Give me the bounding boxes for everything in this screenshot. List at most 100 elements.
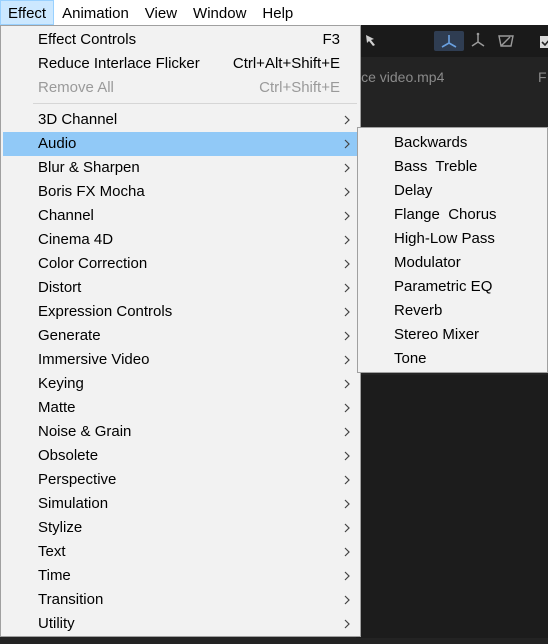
- menu-item-label: Perspective: [38, 471, 117, 488]
- menu-item-stylize[interactable]: Stylize: [3, 516, 358, 540]
- menu-item-label: Channel: [38, 207, 94, 224]
- menu-item-matte[interactable]: Matte: [3, 396, 358, 420]
- axis-view-icon[interactable]: [496, 31, 516, 51]
- audio-item-parametric-eq[interactable]: Parametric EQ: [360, 275, 545, 299]
- menu-window[interactable]: Window: [185, 0, 254, 25]
- menu-item-label: Noise & Grain: [38, 423, 132, 440]
- chevron-right-icon: [342, 228, 352, 252]
- menu-item-label: Keying: [38, 375, 84, 392]
- menu-item-reduce-interlace-flicker[interactable]: Reduce Interlace Flicker Ctrl+Alt+Shift+…: [3, 52, 358, 76]
- menu-item-simulation[interactable]: Simulation: [3, 492, 358, 516]
- menu-item-label: Generate: [38, 327, 101, 344]
- menu-item-keying[interactable]: Keying: [3, 372, 358, 396]
- menu-item-obsolete[interactable]: Obsolete: [3, 444, 358, 468]
- menu-item-label: Simulation: [38, 495, 109, 512]
- menu-item-transition[interactable]: Transition: [3, 588, 358, 612]
- submenu-item-label: Modulator: [394, 254, 461, 271]
- chevron-right-icon: [342, 564, 352, 588]
- menu-item-remove-all[interactable]: Remove All Ctrl+Shift+E: [3, 76, 358, 100]
- audio-item-stereo-mixer[interactable]: Stereo Mixer: [360, 323, 545, 347]
- menu-item-blur-sharpen[interactable]: Blur & Sharpen: [3, 156, 358, 180]
- submenu-item-label: Stereo Mixer: [394, 326, 480, 343]
- submenu-item-label: Reverb: [394, 302, 443, 319]
- chevron-right-icon: [342, 516, 352, 540]
- menu-item-label: Boris FX Mocha: [38, 183, 145, 200]
- menu-item-label: Cinema 4D: [38, 231, 114, 248]
- audio-item-modulator[interactable]: Modulator: [360, 251, 545, 275]
- chevron-right-icon: [342, 108, 352, 132]
- menu-item-audio[interactable]: Audio: [3, 132, 358, 156]
- chevron-right-icon: [342, 300, 352, 324]
- menu-item-text[interactable]: Text: [3, 540, 358, 564]
- audio-item-bass-treble[interactable]: Bass Treble: [360, 155, 545, 179]
- chevron-right-icon: [342, 468, 352, 492]
- shortcut-label: Ctrl+Shift+E: [259, 79, 340, 96]
- chevron-right-icon: [342, 612, 352, 636]
- menu-item-immersive-video[interactable]: Immersive Video: [3, 348, 358, 372]
- menu-item-generate[interactable]: Generate: [3, 324, 358, 348]
- menu-effect[interactable]: Effect: [0, 0, 55, 25]
- menu-item-noise-grain[interactable]: Noise & Grain: [3, 420, 358, 444]
- menu-item-cinema-4d[interactable]: Cinema 4D: [3, 228, 358, 252]
- menu-item-effect-controls[interactable]: Effect Controls F3: [3, 28, 358, 52]
- menu-help[interactable]: Help: [254, 0, 301, 25]
- composition-tab-label: ice video.mp4: [358, 69, 445, 85]
- menu-item-label: Remove All: [38, 79, 114, 96]
- menu-animation[interactable]: Animation: [54, 0, 137, 25]
- audio-item-backwards[interactable]: Backwards: [360, 131, 545, 155]
- chevron-right-icon: [342, 372, 352, 396]
- snap-checkbox-icon[interactable]: [536, 31, 548, 51]
- effect-menu: Effect Controls F3 Reduce Interlace Flic…: [0, 25, 361, 637]
- audio-item-high-low-pass[interactable]: High-Low Pass: [360, 227, 545, 251]
- menu-item-label: Blur & Sharpen: [38, 159, 140, 176]
- chevron-right-icon: [342, 324, 352, 348]
- menu-item-expression-controls[interactable]: Expression Controls: [3, 300, 358, 324]
- menu-item-label: Matte: [38, 399, 76, 416]
- submenu-item-label: Parametric EQ: [394, 278, 493, 295]
- menu-item-distort[interactable]: Distort: [3, 276, 358, 300]
- submenu-item-label: Bass Treble: [394, 158, 478, 175]
- menu-bar: Effect Animation View Window Help: [0, 0, 548, 25]
- shortcut-label: F3: [322, 31, 340, 48]
- composition-tab-label-2: F: [538, 69, 547, 85]
- submenu-item-label: High-Low Pass: [394, 230, 495, 247]
- menu-item-color-correction[interactable]: Color Correction: [3, 252, 358, 276]
- menu-item-utility[interactable]: Utility: [3, 612, 358, 636]
- lower-panel: [356, 375, 548, 638]
- audio-item-tone[interactable]: Tone: [360, 347, 545, 371]
- audio-item-flange-chorus[interactable]: Flange Chorus: [360, 203, 545, 227]
- chevron-right-icon: [342, 156, 352, 180]
- menu-item-label: Expression Controls: [38, 303, 173, 320]
- menu-item-label: Transition: [38, 591, 104, 608]
- menu-item-label: Color Correction: [38, 255, 148, 272]
- axis-world-icon[interactable]: [468, 31, 488, 51]
- menu-item-time[interactable]: Time: [3, 564, 358, 588]
- chevron-right-icon: [342, 348, 352, 372]
- menu-separator: [33, 103, 357, 104]
- chevron-right-icon: [342, 420, 352, 444]
- chevron-right-icon: [342, 204, 352, 228]
- shortcut-label: Ctrl+Alt+Shift+E: [232, 55, 340, 72]
- pin-tool-icon[interactable]: [362, 31, 382, 51]
- menu-item-label: Reduce Interlace Flicker: [38, 55, 200, 72]
- composition-tab[interactable]: ice video.mp4 F: [356, 63, 548, 91]
- menu-item-label: Obsolete: [38, 447, 99, 464]
- menu-item-boris-fx-mocha[interactable]: Boris FX Mocha: [3, 180, 358, 204]
- audio-submenu: Backwards Bass Treble Delay Flange Chorus Hi…: [357, 127, 548, 373]
- tools-toolbar: [356, 25, 548, 57]
- menu-item-label: Text: [38, 543, 66, 560]
- menu-item-perspective[interactable]: Perspective: [3, 468, 358, 492]
- menu-item-label: Audio: [38, 135, 77, 152]
- chevron-right-icon: [342, 540, 352, 564]
- submenu-item-label: Backwards: [394, 134, 468, 151]
- audio-item-reverb[interactable]: Reverb: [360, 299, 545, 323]
- menu-item-label: Time: [38, 567, 71, 584]
- menu-item-channel[interactable]: Channel: [3, 204, 358, 228]
- axis-local-icon[interactable]: [434, 31, 464, 51]
- audio-item-delay[interactable]: Delay: [360, 179, 545, 203]
- menu-item-3d-channel[interactable]: 3D Channel: [3, 108, 358, 132]
- menu-item-label: Distort: [38, 279, 82, 296]
- submenu-item-label: Delay: [394, 182, 433, 199]
- chevron-right-icon: [342, 276, 352, 300]
- menu-view[interactable]: View: [137, 0, 185, 25]
